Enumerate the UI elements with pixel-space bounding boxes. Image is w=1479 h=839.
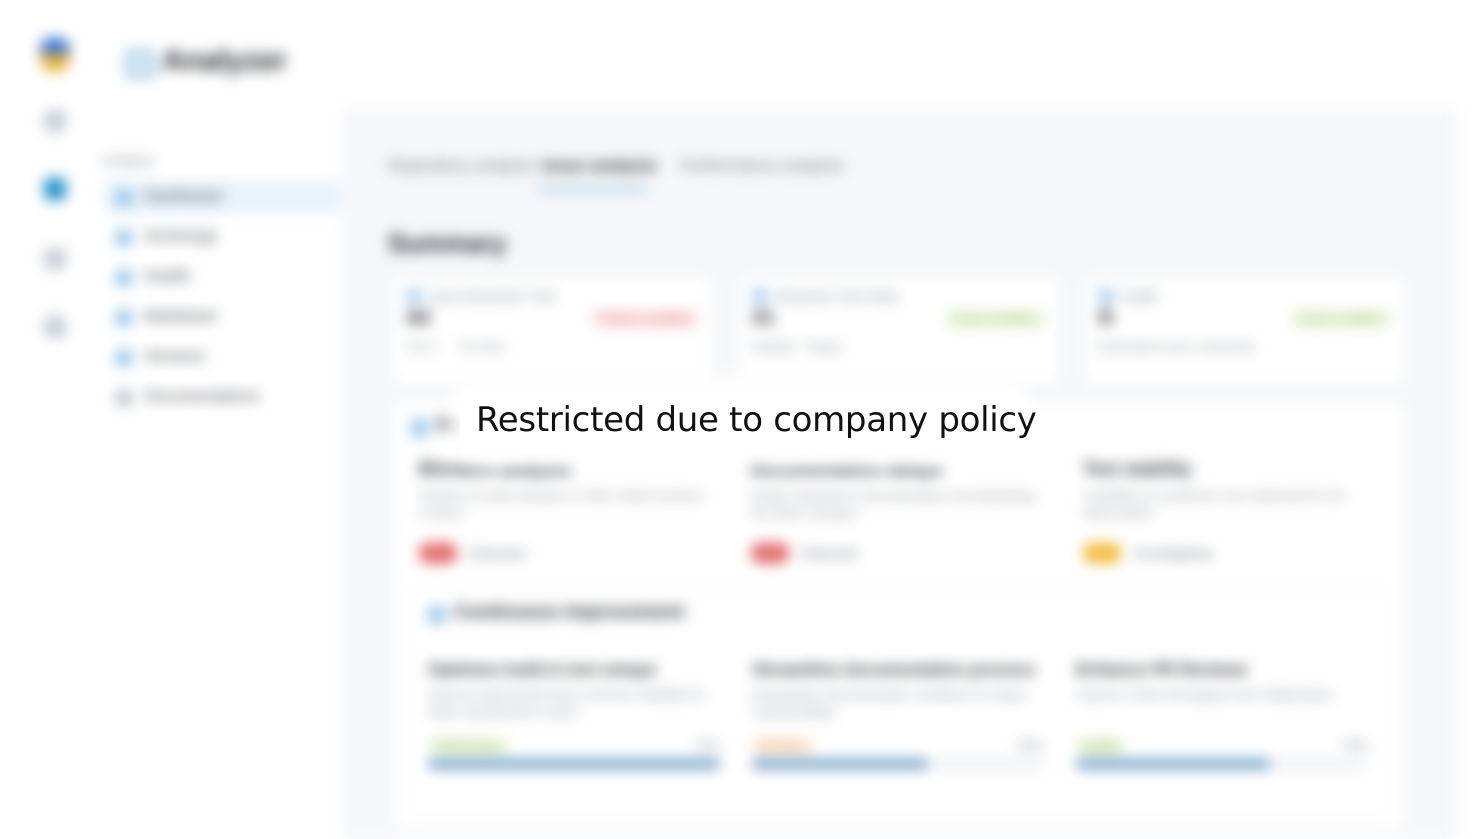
icon-rail bbox=[0, 0, 96, 839]
kpi-title: Health bbox=[1121, 289, 1159, 304]
progress-bar bbox=[428, 760, 720, 768]
kpi-sub-label: Median bbox=[753, 339, 796, 354]
heart-icon bbox=[1099, 289, 1113, 303]
kpi-title: Response Time Ratio bbox=[775, 289, 900, 304]
kpi-title: Issue Resolution Time bbox=[429, 289, 557, 304]
timer-icon bbox=[753, 289, 767, 303]
tab-repository-analysis[interactable]: Repository analysis bbox=[388, 156, 535, 176]
trend-icon bbox=[428, 606, 446, 624]
risk-description: Number of active blockers in their criti… bbox=[419, 488, 704, 520]
analyzer-header-icon bbox=[126, 50, 154, 78]
improvement-description: Standardize documentation workflows for … bbox=[752, 687, 1027, 719]
kpi-sub-label: Fix time bbox=[459, 339, 505, 354]
sidebar-item-label: Markdown bbox=[144, 308, 218, 325]
status-badge: Good condition bbox=[943, 309, 1047, 328]
status-badge: Critical condition bbox=[589, 309, 701, 328]
kpi-sub-label: Target bbox=[805, 339, 842, 354]
risk-card[interactable]: Documentation delays Delays detected to … bbox=[751, 459, 1051, 569]
risk-description: Instability of overall test runs observe… bbox=[1083, 488, 1345, 520]
risk-name: Test stability bbox=[1083, 459, 1192, 479]
sidebar-item-versions[interactable]: Versions bbox=[104, 340, 340, 374]
progress-fill bbox=[752, 760, 928, 768]
summary-title: Summary bbox=[388, 228, 507, 258]
markdown-icon bbox=[116, 310, 132, 326]
sidebar-item-label: Health bbox=[144, 268, 191, 285]
sidebar-item-label: Versions bbox=[144, 348, 206, 365]
improvement-name: Enhance PR Reviews bbox=[1076, 660, 1248, 679]
sidebar-item-dashboard[interactable]: Dashboard bbox=[104, 180, 340, 214]
settings-icon[interactable] bbox=[44, 316, 66, 338]
sidebar-item-health[interactable]: Health bbox=[104, 260, 340, 294]
sidebar: Analysis Dashboard Archivings Health Mar… bbox=[96, 108, 343, 839]
progress-percent: 65% bbox=[1017, 738, 1044, 753]
improvement-panel-title: Continuous Improvement bbox=[454, 602, 685, 623]
risk-card[interactable]: Blockers analysis Number of active block… bbox=[419, 459, 719, 569]
risk-status: Detected bbox=[801, 545, 858, 561]
archive-icon bbox=[116, 230, 132, 246]
active-tab-indicator bbox=[538, 188, 648, 190]
dashboard-icon bbox=[116, 190, 132, 206]
kpi-card: Response Time Ratio 61 Good condition Me… bbox=[738, 276, 1060, 386]
improvement-card[interactable]: Enhance PR Reviews Improve review throug… bbox=[1076, 660, 1368, 780]
improvement-card[interactable]: Optimize build & test setups Improve bui… bbox=[428, 660, 720, 780]
improvement-panel: Continuous Improvement Optimize build & … bbox=[407, 587, 1391, 819]
risk-description: Delays detected to documentation accompa… bbox=[751, 488, 1036, 520]
main-content: Repository analysis Issue analysis Perfo… bbox=[342, 108, 1457, 839]
sidebar-section-label: Analysis bbox=[102, 152, 155, 168]
restriction-text: Restricted due to company policy bbox=[476, 400, 1037, 440]
kpi-value: 8d bbox=[407, 307, 431, 329]
risk-name: Documentation delays bbox=[751, 459, 944, 479]
clock-icon bbox=[407, 289, 421, 303]
risk-card[interactable]: Test stability Instability of overall te… bbox=[1083, 459, 1383, 569]
priority-pill: P2 bbox=[1083, 543, 1121, 563]
risk-status: Detected bbox=[469, 545, 526, 561]
risk-status: Investigating bbox=[1133, 545, 1212, 561]
kpi-value: 61 bbox=[753, 307, 776, 329]
version-icon bbox=[116, 350, 132, 366]
sidebar-item-label: Archivings bbox=[144, 228, 218, 245]
warning-icon bbox=[411, 419, 429, 437]
progress-fill bbox=[428, 760, 720, 768]
progress-percent: 72% bbox=[693, 738, 720, 753]
tab-performance-analysis[interactable]: Performance analysis bbox=[680, 156, 843, 176]
improvement-name: Optimize build & test setups bbox=[428, 660, 657, 679]
page-title: Analyzer bbox=[162, 44, 288, 77]
kpi-card: Health B Good condition Estimated score … bbox=[1084, 276, 1406, 386]
category-tag: Quality bbox=[1076, 738, 1126, 754]
sidebar-item-markdown[interactable]: Markdown bbox=[104, 300, 340, 334]
app-logo-icon[interactable] bbox=[40, 38, 70, 72]
list-icon[interactable] bbox=[44, 248, 66, 270]
progress-percent: 78% bbox=[1341, 738, 1368, 753]
risk-name: Blockers analysis bbox=[419, 459, 572, 479]
sidebar-item-label: Documentations bbox=[144, 388, 260, 405]
progress-bar bbox=[1076, 760, 1368, 768]
kpi-sub-label: Tier 1 bbox=[407, 339, 440, 354]
docs-icon bbox=[116, 390, 132, 406]
priority-pill: P1 bbox=[419, 543, 457, 563]
category-tag: Performance bbox=[428, 738, 509, 754]
priority-pill: P1 bbox=[751, 543, 789, 563]
restriction-notice: Restricted due to company policy bbox=[460, 386, 1037, 452]
improvement-description: Improve build performance and test relia… bbox=[428, 687, 706, 719]
risk-panel: Risk analysis Blockers analysis Number o… bbox=[392, 400, 1406, 832]
kpi-card: Issue Resolution Time 8d Critical condit… bbox=[392, 276, 714, 386]
status-badge: Good condition bbox=[1289, 309, 1393, 328]
home-icon[interactable] bbox=[44, 110, 66, 132]
category-tag: Workflow bbox=[752, 738, 814, 754]
analyzer-icon[interactable] bbox=[44, 178, 66, 200]
health-icon bbox=[116, 270, 132, 286]
sidebar-item-documentations[interactable]: Documentations bbox=[104, 380, 340, 414]
tab-issue-analysis[interactable]: Issue analysis bbox=[542, 156, 657, 176]
improvement-name: Streamline documentation process bbox=[752, 660, 1036, 679]
kpi-sub-label: Estimated score composite bbox=[1099, 339, 1256, 354]
sidebar-item-archivings[interactable]: Archivings bbox=[104, 220, 340, 254]
sidebar-item-label: Dashboard bbox=[144, 188, 223, 205]
progress-bar bbox=[752, 760, 1044, 768]
kpi-value: B bbox=[1099, 307, 1114, 329]
progress-fill bbox=[1076, 760, 1269, 768]
improvement-description: Improve review throughput and collaborat… bbox=[1076, 687, 1337, 702]
improvement-card[interactable]: Streamline documentation process Standar… bbox=[752, 660, 1044, 780]
